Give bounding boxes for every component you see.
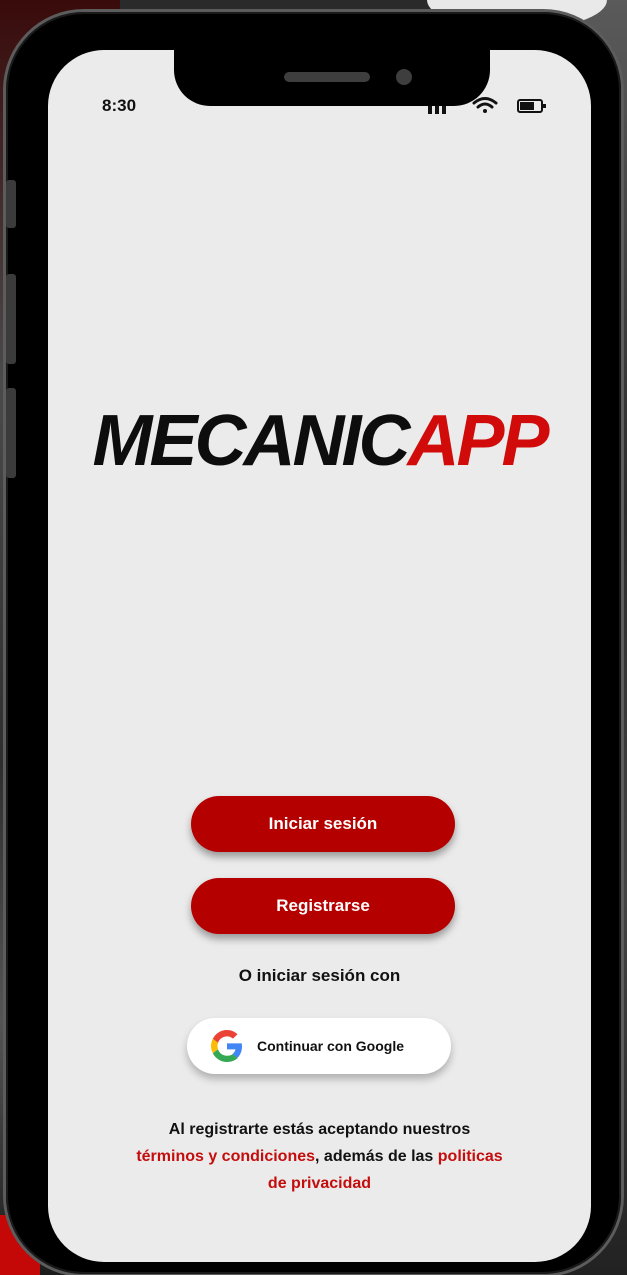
notch [174, 50, 490, 106]
terms-middle: , además de las [315, 1148, 438, 1165]
app-logo: MECANICAPP [48, 405, 591, 477]
app-screen: 8:30 MECANICAPP Iniciar sesión Registrar… [48, 50, 591, 1262]
google-button-label: Continuar con Google [257, 1038, 404, 1054]
terms-text: Al registrarte estás aceptando nuestros … [68, 1116, 571, 1197]
front-camera [396, 69, 412, 85]
speaker [284, 72, 370, 82]
google-login-button[interactable]: Continuar con Google [187, 1018, 451, 1074]
wifi-icon [472, 97, 498, 113]
status-time: 8:30 [102, 96, 137, 115]
login-button[interactable]: Iniciar sesión [191, 796, 455, 852]
register-button[interactable]: Registrarse [191, 878, 455, 934]
terms-line-1: Al registrarte estás aceptando nuestros [168, 1121, 471, 1138]
battery-icon [517, 99, 546, 113]
privacy-link-part-2[interactable]: de privacidad [268, 1175, 371, 1192]
alt-login-text: O iniciar sesión con [238, 966, 401, 985]
google-icon [211, 1030, 242, 1062]
phone-frame: 8:30 MECANICAPP Iniciar sesión Registrar… [6, 12, 621, 1274]
terms-link[interactable]: términos y condiciones [136, 1148, 315, 1165]
privacy-link-part-1[interactable]: politicas [438, 1148, 503, 1165]
volume-up-button [6, 274, 16, 364]
mute-switch [6, 180, 16, 228]
logo-text-app: APP [407, 401, 549, 481]
logo-text-mecanic: MECANIC [92, 401, 410, 481]
volume-down-button [6, 388, 16, 478]
